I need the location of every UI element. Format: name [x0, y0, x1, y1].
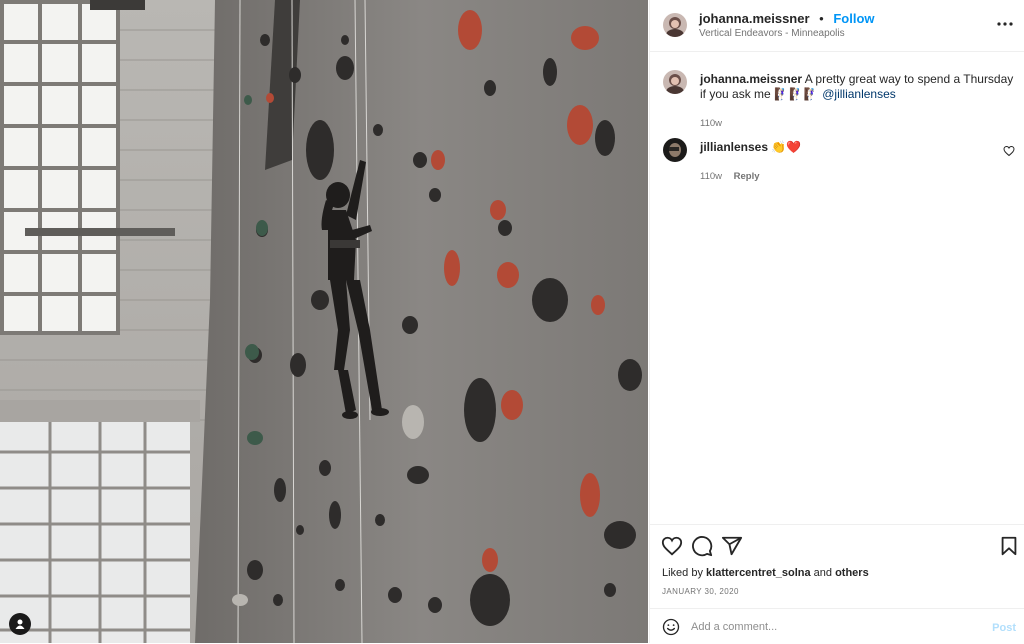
post-comment-button[interactable]: Post [992, 622, 1016, 634]
comment-age[interactable]: 110w [700, 171, 722, 182]
climbing-wall-photo [0, 0, 648, 643]
caption-meta: 110w [700, 118, 1015, 129]
emoji-button[interactable] [662, 618, 680, 636]
like-button[interactable] [661, 535, 683, 557]
caption-text: johanna.meissner A pretty great way to s… [700, 70, 1015, 102]
caption-age[interactable]: 110w [700, 118, 722, 129]
post-photo[interactable] [0, 0, 648, 643]
author-username[interactable]: johanna.meissner [699, 11, 810, 26]
more-options-button[interactable] [995, 14, 1015, 34]
caption: johanna.meissner A pretty great way to s… [663, 70, 1015, 129]
post-actions: Liked by klattercentret_solna and others… [650, 524, 1024, 609]
comment-icon [692, 536, 713, 557]
share-button[interactable] [721, 535, 743, 557]
bookmark-icon [1001, 536, 1017, 556]
comment-like-button[interactable] [1003, 144, 1015, 157]
author-avatar[interactable] [663, 13, 687, 37]
liked-by-user[interactable]: klattercentret_solna [706, 567, 811, 579]
comment-item: jillianlenses 👏❤️ 110w Reply [663, 138, 1015, 182]
post-details-panel: johanna.meissner • Follow Vertical Endea… [649, 0, 1024, 643]
post-header: johanna.meissner • Follow Vertical Endea… [650, 0, 1024, 52]
reply-button[interactable]: Reply [734, 171, 760, 182]
commenter-avatar-image [663, 138, 687, 162]
caption-author-avatar[interactable] [663, 70, 687, 94]
comment-input[interactable] [691, 617, 971, 637]
caption-avatar-image [663, 70, 687, 94]
save-button[interactable] [998, 535, 1020, 557]
likes-others-link[interactable]: others [835, 567, 869, 579]
comment-button[interactable] [691, 535, 713, 557]
comment-meta: 110w Reply [700, 171, 1015, 182]
comment-body: 👏❤️ [771, 140, 802, 154]
commenter-avatar[interactable] [663, 138, 687, 162]
post-location[interactable]: Vertical Endeavors - Minneapolis [699, 28, 845, 39]
caption-mention[interactable]: @jillianlenses [822, 87, 896, 101]
caption-emoji: 🧗🏻‍♀️🧗🏻‍♀️🧗🏻‍♀️ [774, 87, 819, 101]
heart-icon [1003, 145, 1015, 157]
likes-prefix: Liked by [662, 567, 703, 579]
likes-conjunction: and [813, 567, 833, 579]
separator-dot: • [819, 11, 824, 26]
commenter-username[interactable]: jillianlenses [700, 140, 768, 154]
heart-icon [661, 536, 683, 556]
more-options-icon [997, 22, 1013, 26]
emoji-icon [662, 618, 680, 636]
tagged-users-button[interactable] [9, 613, 31, 635]
author-avatar-image [663, 13, 687, 37]
likes-summary: Liked by klattercentret_solna and others [662, 567, 869, 579]
user-tag-icon [15, 619, 25, 629]
post-date[interactable]: JANUARY 30, 2020 [662, 587, 739, 596]
follow-button[interactable]: Follow [833, 11, 874, 26]
add-comment-bar: Post [650, 608, 1024, 644]
comment-text: jillianlenses 👏❤️ [700, 138, 1015, 155]
caption-username[interactable]: johanna.meissner [700, 72, 802, 86]
share-icon [721, 536, 743, 556]
